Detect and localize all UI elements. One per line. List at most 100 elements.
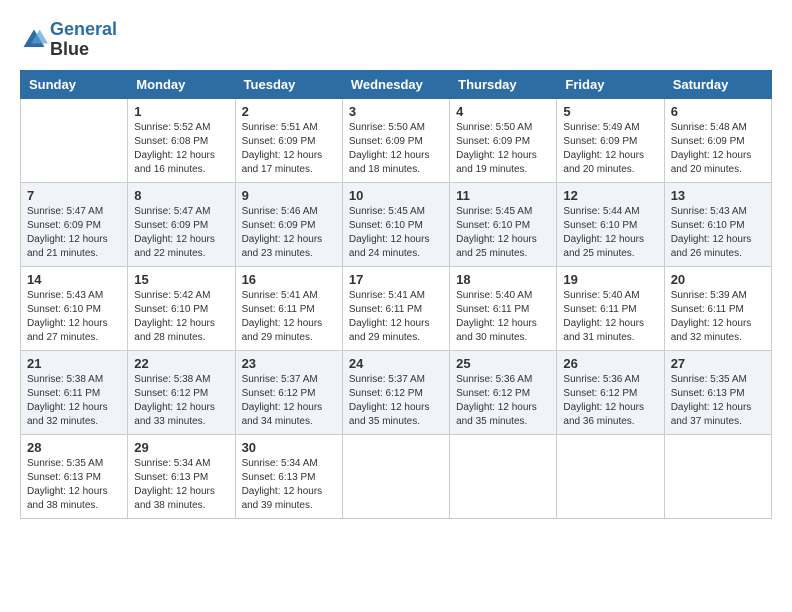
calendar-cell: 2 Sunrise: 5:51 AM Sunset: 6:09 PM Dayli… bbox=[235, 98, 342, 182]
day-number: 7 bbox=[27, 188, 121, 203]
day-number: 5 bbox=[563, 104, 657, 119]
day-info: Sunrise: 5:45 AM Sunset: 6:10 PM Dayligh… bbox=[456, 205, 550, 261]
day-info: Sunrise: 5:43 AM Sunset: 6:10 PM Dayligh… bbox=[27, 289, 121, 345]
calendar-cell: 11 Sunrise: 5:45 AM Sunset: 6:10 PM Dayl… bbox=[450, 182, 557, 266]
calendar-cell bbox=[342, 434, 449, 518]
weekday-row: SundayMondayTuesdayWednesdayThursdayFrid… bbox=[21, 70, 772, 98]
day-info: Sunrise: 5:38 AM Sunset: 6:11 PM Dayligh… bbox=[27, 373, 121, 429]
day-info: Sunrise: 5:37 AM Sunset: 6:12 PM Dayligh… bbox=[242, 373, 336, 429]
calendar-cell: 27 Sunrise: 5:35 AM Sunset: 6:13 PM Dayl… bbox=[664, 350, 771, 434]
calendar-cell: 4 Sunrise: 5:50 AM Sunset: 6:09 PM Dayli… bbox=[450, 98, 557, 182]
day-number: 10 bbox=[349, 188, 443, 203]
calendar-cell: 10 Sunrise: 5:45 AM Sunset: 6:10 PM Dayl… bbox=[342, 182, 449, 266]
calendar-cell: 17 Sunrise: 5:41 AM Sunset: 6:11 PM Dayl… bbox=[342, 266, 449, 350]
logo: GeneralBlue bbox=[20, 20, 117, 60]
calendar-cell: 14 Sunrise: 5:43 AM Sunset: 6:10 PM Dayl… bbox=[21, 266, 128, 350]
calendar-cell: 23 Sunrise: 5:37 AM Sunset: 6:12 PM Dayl… bbox=[235, 350, 342, 434]
day-number: 26 bbox=[563, 356, 657, 371]
day-number: 2 bbox=[242, 104, 336, 119]
day-info: Sunrise: 5:47 AM Sunset: 6:09 PM Dayligh… bbox=[27, 205, 121, 261]
day-info: Sunrise: 5:44 AM Sunset: 6:10 PM Dayligh… bbox=[563, 205, 657, 261]
day-number: 13 bbox=[671, 188, 765, 203]
day-number: 25 bbox=[456, 356, 550, 371]
day-info: Sunrise: 5:42 AM Sunset: 6:10 PM Dayligh… bbox=[134, 289, 228, 345]
calendar-cell: 13 Sunrise: 5:43 AM Sunset: 6:10 PM Dayl… bbox=[664, 182, 771, 266]
day-number: 19 bbox=[563, 272, 657, 287]
calendar-cell: 30 Sunrise: 5:34 AM Sunset: 6:13 PM Dayl… bbox=[235, 434, 342, 518]
day-number: 27 bbox=[671, 356, 765, 371]
day-info: Sunrise: 5:47 AM Sunset: 6:09 PM Dayligh… bbox=[134, 205, 228, 261]
calendar-cell bbox=[664, 434, 771, 518]
day-info: Sunrise: 5:43 AM Sunset: 6:10 PM Dayligh… bbox=[671, 205, 765, 261]
day-number: 6 bbox=[671, 104, 765, 119]
day-number: 11 bbox=[456, 188, 550, 203]
day-info: Sunrise: 5:49 AM Sunset: 6:09 PM Dayligh… bbox=[563, 121, 657, 177]
weekday-header: Thursday bbox=[450, 70, 557, 98]
day-number: 14 bbox=[27, 272, 121, 287]
calendar-cell: 6 Sunrise: 5:48 AM Sunset: 6:09 PM Dayli… bbox=[664, 98, 771, 182]
day-number: 9 bbox=[242, 188, 336, 203]
day-info: Sunrise: 5:38 AM Sunset: 6:12 PM Dayligh… bbox=[134, 373, 228, 429]
calendar-cell: 12 Sunrise: 5:44 AM Sunset: 6:10 PM Dayl… bbox=[557, 182, 664, 266]
calendar-cell: 8 Sunrise: 5:47 AM Sunset: 6:09 PM Dayli… bbox=[128, 182, 235, 266]
calendar-cell: 24 Sunrise: 5:37 AM Sunset: 6:12 PM Dayl… bbox=[342, 350, 449, 434]
calendar-cell: 20 Sunrise: 5:39 AM Sunset: 6:11 PM Dayl… bbox=[664, 266, 771, 350]
day-number: 8 bbox=[134, 188, 228, 203]
day-number: 23 bbox=[242, 356, 336, 371]
calendar-week-row: 1 Sunrise: 5:52 AM Sunset: 6:08 PM Dayli… bbox=[21, 98, 772, 182]
logo-icon bbox=[20, 26, 48, 54]
day-number: 29 bbox=[134, 440, 228, 455]
calendar-week-row: 14 Sunrise: 5:43 AM Sunset: 6:10 PM Dayl… bbox=[21, 266, 772, 350]
day-info: Sunrise: 5:40 AM Sunset: 6:11 PM Dayligh… bbox=[456, 289, 550, 345]
calendar-cell: 9 Sunrise: 5:46 AM Sunset: 6:09 PM Dayli… bbox=[235, 182, 342, 266]
calendar-cell: 22 Sunrise: 5:38 AM Sunset: 6:12 PM Dayl… bbox=[128, 350, 235, 434]
day-number: 16 bbox=[242, 272, 336, 287]
day-info: Sunrise: 5:37 AM Sunset: 6:12 PM Dayligh… bbox=[349, 373, 443, 429]
day-number: 24 bbox=[349, 356, 443, 371]
calendar-week-row: 7 Sunrise: 5:47 AM Sunset: 6:09 PM Dayli… bbox=[21, 182, 772, 266]
calendar-cell bbox=[557, 434, 664, 518]
calendar-body: 1 Sunrise: 5:52 AM Sunset: 6:08 PM Dayli… bbox=[21, 98, 772, 518]
calendar-cell: 26 Sunrise: 5:36 AM Sunset: 6:12 PM Dayl… bbox=[557, 350, 664, 434]
weekday-header: Sunday bbox=[21, 70, 128, 98]
page-header: GeneralBlue bbox=[20, 20, 772, 60]
weekday-header: Friday bbox=[557, 70, 664, 98]
day-info: Sunrise: 5:40 AM Sunset: 6:11 PM Dayligh… bbox=[563, 289, 657, 345]
day-info: Sunrise: 5:34 AM Sunset: 6:13 PM Dayligh… bbox=[134, 457, 228, 513]
calendar-header: SundayMondayTuesdayWednesdayThursdayFrid… bbox=[21, 70, 772, 98]
weekday-header: Tuesday bbox=[235, 70, 342, 98]
day-info: Sunrise: 5:34 AM Sunset: 6:13 PM Dayligh… bbox=[242, 457, 336, 513]
calendar-cell: 25 Sunrise: 5:36 AM Sunset: 6:12 PM Dayl… bbox=[450, 350, 557, 434]
calendar-cell: 1 Sunrise: 5:52 AM Sunset: 6:08 PM Dayli… bbox=[128, 98, 235, 182]
calendar-cell bbox=[21, 98, 128, 182]
day-info: Sunrise: 5:51 AM Sunset: 6:09 PM Dayligh… bbox=[242, 121, 336, 177]
day-number: 22 bbox=[134, 356, 228, 371]
day-info: Sunrise: 5:35 AM Sunset: 6:13 PM Dayligh… bbox=[671, 373, 765, 429]
day-info: Sunrise: 5:45 AM Sunset: 6:10 PM Dayligh… bbox=[349, 205, 443, 261]
calendar-cell: 3 Sunrise: 5:50 AM Sunset: 6:09 PM Dayli… bbox=[342, 98, 449, 182]
day-info: Sunrise: 5:52 AM Sunset: 6:08 PM Dayligh… bbox=[134, 121, 228, 177]
day-info: Sunrise: 5:48 AM Sunset: 6:09 PM Dayligh… bbox=[671, 121, 765, 177]
calendar-week-row: 28 Sunrise: 5:35 AM Sunset: 6:13 PM Dayl… bbox=[21, 434, 772, 518]
day-number: 17 bbox=[349, 272, 443, 287]
calendar-cell bbox=[450, 434, 557, 518]
calendar-week-row: 21 Sunrise: 5:38 AM Sunset: 6:11 PM Dayl… bbox=[21, 350, 772, 434]
calendar-cell: 28 Sunrise: 5:35 AM Sunset: 6:13 PM Dayl… bbox=[21, 434, 128, 518]
calendar-cell: 5 Sunrise: 5:49 AM Sunset: 6:09 PM Dayli… bbox=[557, 98, 664, 182]
day-number: 3 bbox=[349, 104, 443, 119]
weekday-header: Monday bbox=[128, 70, 235, 98]
logo-text: GeneralBlue bbox=[50, 20, 117, 60]
day-number: 18 bbox=[456, 272, 550, 287]
day-info: Sunrise: 5:35 AM Sunset: 6:13 PM Dayligh… bbox=[27, 457, 121, 513]
day-info: Sunrise: 5:50 AM Sunset: 6:09 PM Dayligh… bbox=[349, 121, 443, 177]
day-number: 28 bbox=[27, 440, 121, 455]
day-info: Sunrise: 5:41 AM Sunset: 6:11 PM Dayligh… bbox=[242, 289, 336, 345]
calendar-cell: 15 Sunrise: 5:42 AM Sunset: 6:10 PM Dayl… bbox=[128, 266, 235, 350]
calendar-cell: 19 Sunrise: 5:40 AM Sunset: 6:11 PM Dayl… bbox=[557, 266, 664, 350]
day-number: 12 bbox=[563, 188, 657, 203]
weekday-header: Wednesday bbox=[342, 70, 449, 98]
calendar-cell: 7 Sunrise: 5:47 AM Sunset: 6:09 PM Dayli… bbox=[21, 182, 128, 266]
calendar-cell: 29 Sunrise: 5:34 AM Sunset: 6:13 PM Dayl… bbox=[128, 434, 235, 518]
day-info: Sunrise: 5:50 AM Sunset: 6:09 PM Dayligh… bbox=[456, 121, 550, 177]
day-number: 1 bbox=[134, 104, 228, 119]
